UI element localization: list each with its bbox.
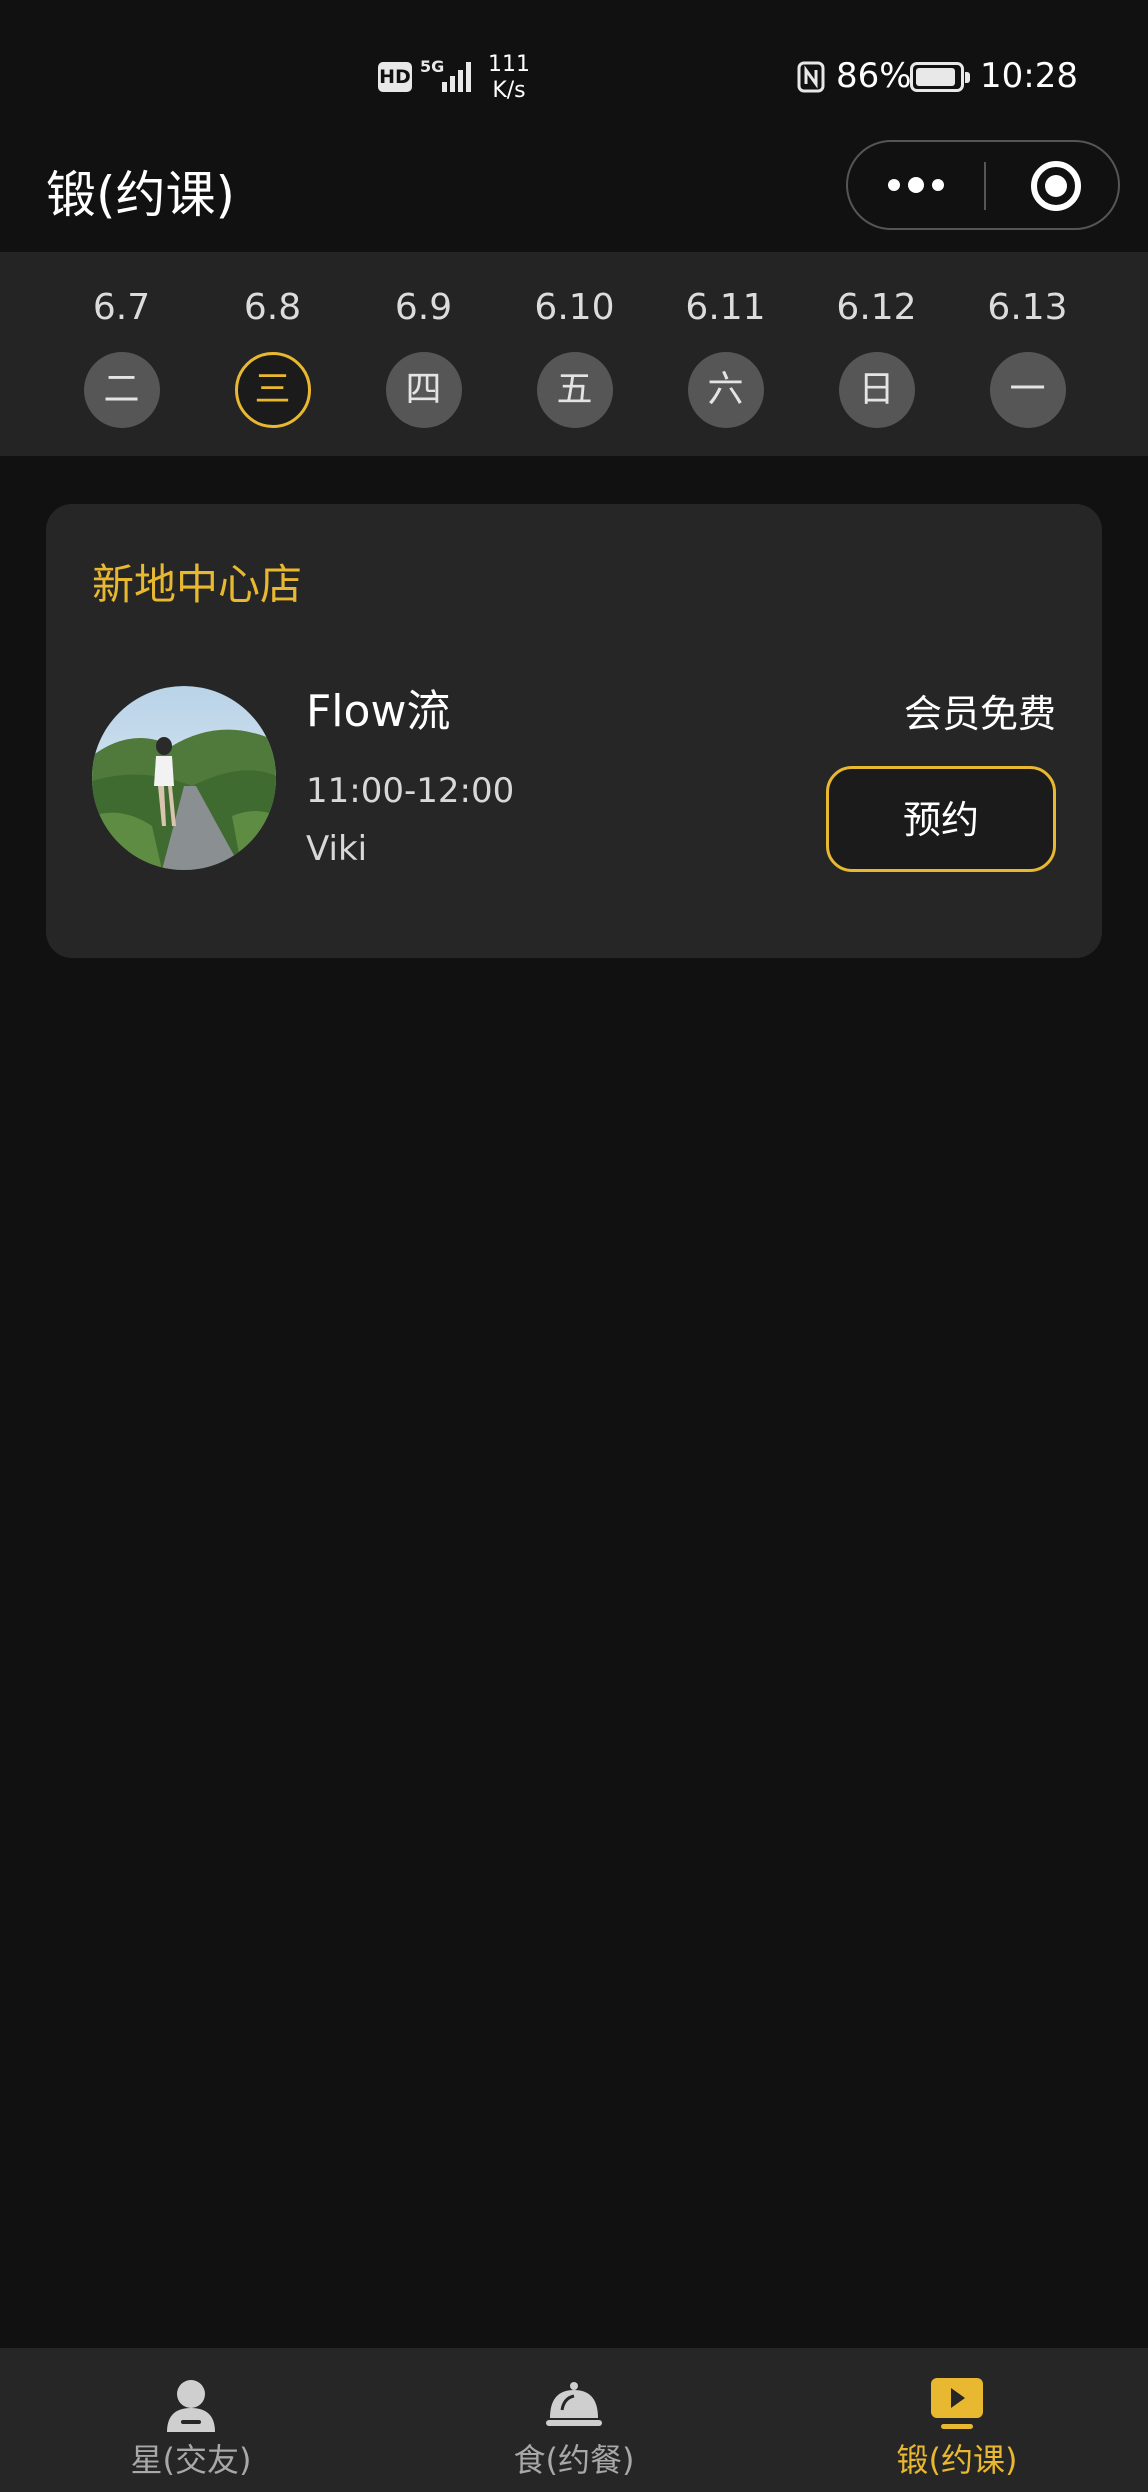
class-avatar-image: [92, 686, 276, 870]
capsule-divider: [984, 162, 986, 210]
tab-classes[interactable]: 锻(约课): [766, 2348, 1148, 2492]
nav-bar: 锻(约课): [0, 140, 1148, 252]
date-label: 6.12: [836, 287, 917, 328]
network-speed-value: 111: [488, 52, 530, 77]
store-name: 新地中心店: [92, 560, 303, 609]
weekday-badge: 六: [687, 352, 764, 428]
hd-icon: HD: [378, 62, 412, 92]
person-icon: [167, 2380, 215, 2432]
weekday-badge: 四: [385, 352, 462, 428]
date-item[interactable]: 6.9 四: [348, 252, 499, 456]
date-label: 6.9: [394, 287, 453, 328]
date-label: 6.7: [92, 287, 151, 328]
date-item[interactable]: 6.7 二: [46, 252, 197, 456]
date-selector: 6.7 二 6.8 三 6.9 四 6.10 五 6.11 六 6.12 日 6…: [0, 252, 1148, 456]
date-item[interactable]: 6.12 日: [801, 252, 952, 456]
bottom-tab-bar: 星(交友) 食(约餐) 锻(约课): [0, 2348, 1148, 2492]
weekday-badge: 日: [838, 352, 915, 428]
network-speed: 111 K/s: [488, 52, 530, 104]
food-cloche-icon: [546, 2382, 602, 2426]
network-speed-unit: K/s: [492, 78, 526, 103]
weekday-badge: 二: [83, 352, 160, 428]
date-item-selected[interactable]: 6.8 三: [197, 252, 348, 456]
date-label: 6.11: [685, 287, 766, 328]
class-time: 11:00-12:00: [306, 771, 515, 811]
tab-label: 锻(约课): [896, 2441, 1018, 2479]
tab-label: 星(交友): [130, 2441, 252, 2479]
book-button[interactable]: 预约: [826, 766, 1056, 872]
store-card: 新地中心店 Flow流 11:00-12:00 Viki 会员免费 预约: [46, 504, 1102, 958]
more-options-button[interactable]: [848, 142, 984, 228]
date-label: 6.10: [534, 287, 615, 328]
status-bar: HD 5G 111 K/s 86% 10:28: [0, 0, 1148, 140]
weekday-badge: 三: [234, 352, 311, 428]
tab-social[interactable]: 星(交友): [0, 2348, 382, 2492]
coach-name: Viki: [306, 829, 368, 869]
nfc-icon: [797, 61, 825, 93]
tab-dining[interactable]: 食(约餐): [383, 2348, 765, 2492]
signal-icon: [442, 62, 471, 92]
tab-label: 食(约餐): [513, 2441, 635, 2479]
clock: 10:28: [980, 56, 1078, 96]
date-label: 6.13: [987, 287, 1068, 328]
weekday-badge: 五: [536, 352, 613, 428]
class-name: Flow流: [306, 686, 451, 737]
close-mini-program-icon[interactable]: [1031, 161, 1081, 211]
weekday-badge: 一: [989, 352, 1066, 428]
battery-icon: [910, 62, 970, 92]
price-label: 会员免费: [903, 692, 1056, 736]
page-title: 锻(约课): [46, 166, 236, 224]
battery-percent: 86%: [836, 56, 912, 96]
date-item[interactable]: 6.11 六: [650, 252, 801, 456]
date-item[interactable]: 6.13 一: [952, 252, 1103, 456]
video-play-icon: [931, 2378, 983, 2429]
date-item[interactable]: 6.10 五: [499, 252, 650, 456]
date-label: 6.8: [243, 287, 302, 328]
mini-program-capsule: [846, 140, 1120, 230]
